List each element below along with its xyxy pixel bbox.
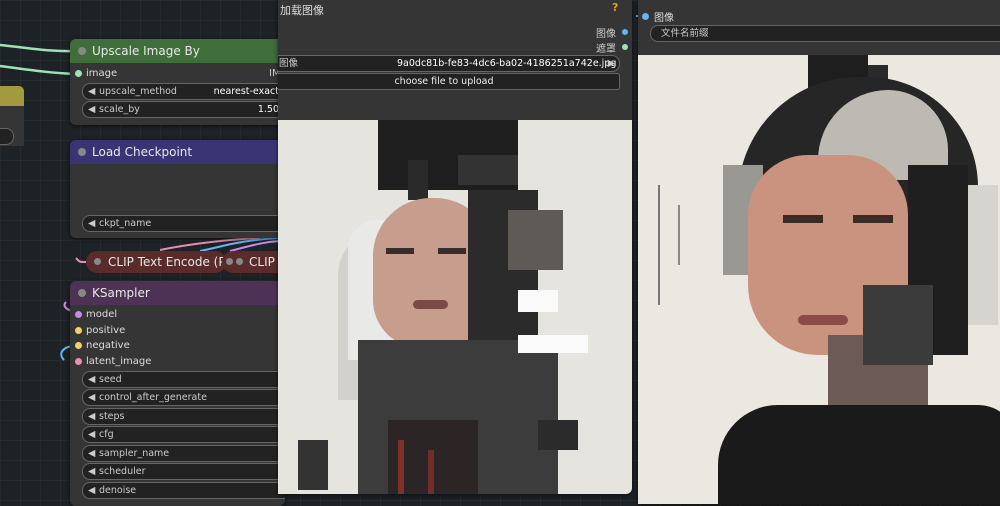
image-input-dot-icon[interactable]	[642, 13, 649, 20]
load-image-node[interactable]: 加载图像 ? 图像 遮罩 图像 9a0dc81b-fe83-4dc6-ba02-…	[278, 0, 632, 494]
collapse-dot-icon[interactable]	[78, 47, 86, 55]
image-select-label: 图像	[279, 58, 299, 69]
positive-input-label: positive	[86, 325, 126, 336]
image-input-dot-icon[interactable]	[75, 70, 82, 77]
arrow-left-icon[interactable]: ◀	[88, 483, 95, 498]
negative-input-port[interactable]: negative	[70, 338, 130, 354]
collapse-dot-icon[interactable]	[78, 148, 86, 156]
filename-prefix-label: 文件名前缀	[661, 28, 709, 39]
image-output-dot-icon[interactable]	[622, 29, 628, 35]
upscale-image-title-text: Upscale Image By	[92, 44, 200, 58]
model-input-port[interactable]: model	[70, 307, 117, 323]
upscale-method-value: nearest-exact	[213, 86, 279, 97]
load-checkpoint-title-text: Load Checkpoint	[92, 145, 193, 159]
choose-file-upload-button[interactable]: choose file to upload	[278, 73, 620, 90]
ckpt-name-label: ckpt_name	[99, 218, 152, 229]
positive-input-port[interactable]: positive	[70, 323, 125, 339]
model-input-dot-icon[interactable]	[75, 311, 82, 318]
scheduler-label: scheduler	[99, 466, 146, 477]
mask-output-dot-icon[interactable]	[622, 44, 628, 50]
partial-node-title[interactable]	[0, 86, 24, 106]
arrow-left-icon[interactable]: ◀	[88, 409, 95, 424]
ksampler-node[interactable]: KSampler model positive negative latent_…	[70, 281, 285, 506]
ksampler-title-text: KSampler	[92, 286, 150, 300]
sampler-name-label: sampler_name	[99, 448, 170, 459]
control-after-generate-widget[interactable]: ◀ control_after_generate	[82, 389, 285, 406]
ksampler-node-title[interactable]: KSampler	[70, 281, 285, 305]
latent-image-input-label: latent_image	[86, 356, 152, 367]
collapse-dot-icon[interactable]	[78, 289, 86, 297]
arrow-left-icon[interactable]: ◀	[88, 216, 95, 231]
control-after-generate-label: control_after_generate	[99, 392, 207, 403]
collapse-dot-icon[interactable]	[236, 258, 243, 265]
seed-label: seed	[99, 374, 122, 385]
save-image-preview	[638, 55, 1000, 504]
load-image-node-title[interactable]: 加载图像 ?	[278, 0, 632, 22]
negative-input-dot-icon[interactable]	[75, 342, 82, 349]
latent-image-input-dot-icon[interactable]	[75, 358, 82, 365]
sampler-name-widget[interactable]: ◀ sampler_name	[82, 445, 285, 462]
image-select-widget[interactable]: 图像 9a0dc81b-fe83-4dc6-ba02-4186251a742e.…	[278, 55, 620, 72]
upscale-method-label: upscale_method	[99, 86, 177, 97]
model-input-label: model	[86, 309, 118, 320]
save-image-node[interactable]: 图像 文件名前缀	[638, 0, 1000, 504]
clip-text-encode-node-1[interactable]: CLIP Text Encode (Pr	[86, 251, 230, 273]
upscale-image-node-title[interactable]: Upscale Image By	[70, 39, 285, 63]
arrow-left-icon[interactable]: ◀	[88, 390, 95, 405]
latent-image-input-port[interactable]: latent_image	[70, 354, 151, 370]
image-input-label: image	[86, 68, 118, 79]
collapse-dot-icon[interactable]	[94, 258, 101, 265]
cfg-widget[interactable]: ◀ cfg	[82, 426, 285, 443]
cfg-label: cfg	[99, 429, 114, 440]
scale-by-widget[interactable]: ◀ scale_by 1.50	[82, 101, 285, 118]
clip-text-encode-title-1: CLIP Text Encode (Pr	[108, 255, 231, 269]
arrow-right-icon[interactable]: ▶	[608, 56, 615, 71]
collapse-dot-icon[interactable]	[226, 258, 233, 265]
arrow-left-icon[interactable]: ◀	[88, 102, 95, 117]
seed-widget[interactable]: ◀ seed	[82, 371, 285, 388]
arrow-left-icon[interactable]: ◀	[88, 464, 95, 479]
upscale-method-widget[interactable]: ◀ upscale_method nearest-exact	[82, 83, 285, 100]
load-image-title-text: 加载图像	[280, 4, 324, 17]
steps-widget[interactable]: ◀ steps	[82, 408, 285, 425]
denoise-widget[interactable]: ◀ denoise	[82, 482, 285, 499]
arrow-left-icon[interactable]: ◀	[88, 372, 95, 387]
image-input-port[interactable]: image	[70, 66, 117, 82]
upscale-image-node[interactable]: Upscale Image By image IM ◀ upscale_meth…	[70, 39, 285, 125]
save-image-input-label: 图像	[654, 13, 674, 24]
scale-by-label: scale_by	[99, 104, 140, 115]
steps-label: steps	[99, 411, 125, 422]
positive-input-dot-icon[interactable]	[75, 327, 82, 334]
image-output-label: 图像	[596, 29, 616, 40]
load-checkpoint-node-title[interactable]: Load Checkpoint	[70, 140, 285, 164]
image-select-value: 9a0dc81b-fe83-4dc6-ba02-4186251a742e.jpg	[397, 58, 617, 69]
arrow-left-icon[interactable]: ◀	[88, 446, 95, 461]
scale-by-value: 1.50	[257, 104, 279, 115]
load-image-preview	[278, 120, 632, 494]
filename-prefix-widget[interactable]: 文件名前缀	[650, 25, 1000, 42]
scheduler-widget[interactable]: ◀ scheduler	[82, 463, 285, 480]
denoise-label: denoise	[99, 485, 137, 496]
load-checkpoint-node[interactable]: Load Checkpoint ◀ ckpt_name	[70, 140, 285, 238]
help-icon[interactable]: ?	[612, 1, 618, 14]
ckpt-name-widget[interactable]: ◀ ckpt_name	[82, 215, 285, 232]
arrow-left-icon[interactable]: ◀	[88, 427, 95, 442]
negative-input-label: negative	[86, 340, 130, 351]
mask-output-label: 遮罩	[596, 44, 616, 55]
arrow-left-icon[interactable]: ◀	[88, 84, 95, 99]
